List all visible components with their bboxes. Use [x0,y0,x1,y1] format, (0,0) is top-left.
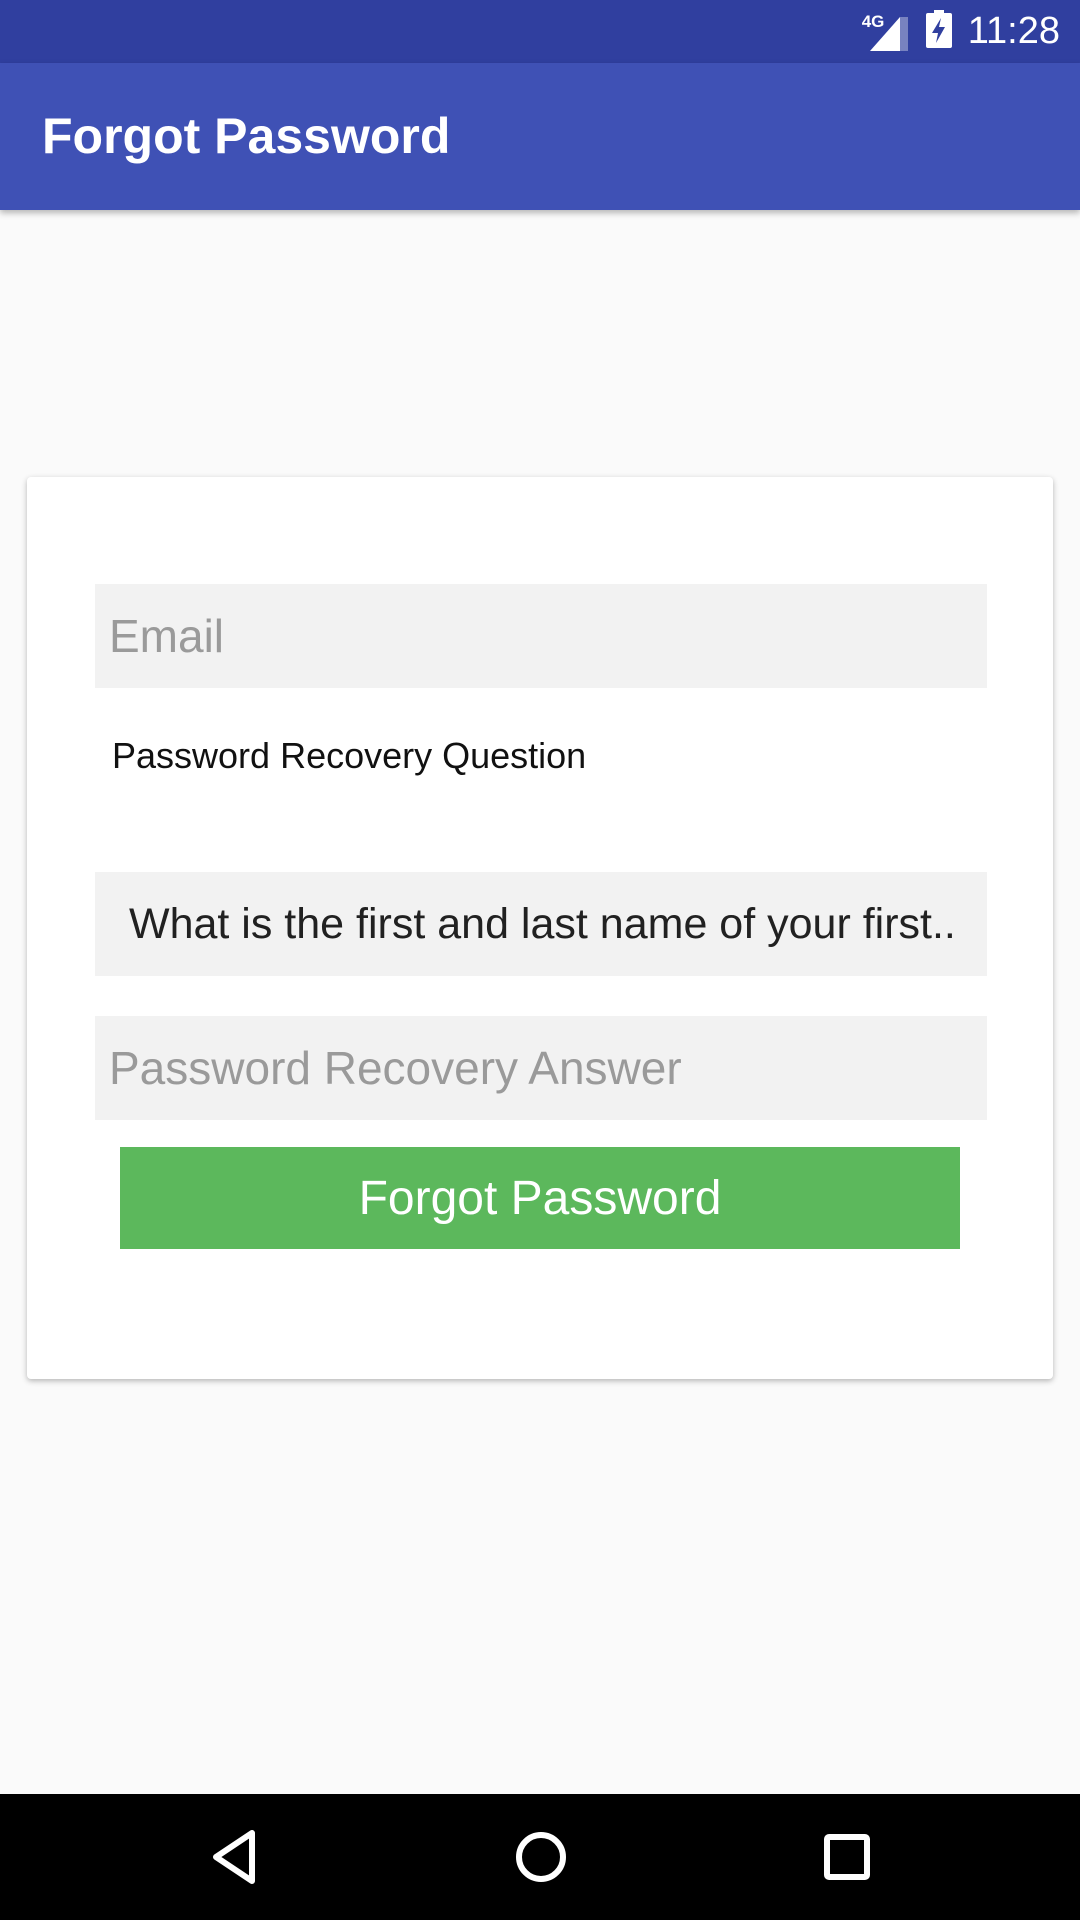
navigation-bar [0,1794,1080,1920]
clock: 11:28 [967,10,1060,52]
signal-icon: 4G [861,11,908,51]
email-field[interactable]: Email [95,584,987,688]
forgot-password-button-label: Forgot Password [358,1171,722,1225]
email-placeholder: Email [109,610,225,662]
recovery-question-label: Password Recovery Question [112,735,587,776]
recents-icon[interactable] [817,1827,877,1892]
network-type-label: 4G [861,11,885,31]
app-bar: Forgot Password [0,63,1080,210]
status-bar: 4G 11:28 [0,0,1080,63]
recovery-question-value: What is the first and last name of your … [129,899,956,948]
status-icons: 4G 11:28 [862,0,1060,63]
back-icon[interactable] [208,1827,268,1892]
forgot-password-card: Email Password Recovery Question What is… [27,477,1053,1379]
page-title: Forgot Password [42,108,451,164]
recovery-answer-field[interactable]: Password Recovery Answer [95,1016,987,1120]
home-icon[interactable] [511,1827,571,1892]
recovery-question-select[interactable]: What is the first and last name of your … [95,872,987,976]
forgot-password-button[interactable]: Forgot Password [120,1147,960,1249]
battery-charging-icon [925,10,952,53]
recovery-answer-placeholder: Password Recovery Answer [109,1042,682,1094]
